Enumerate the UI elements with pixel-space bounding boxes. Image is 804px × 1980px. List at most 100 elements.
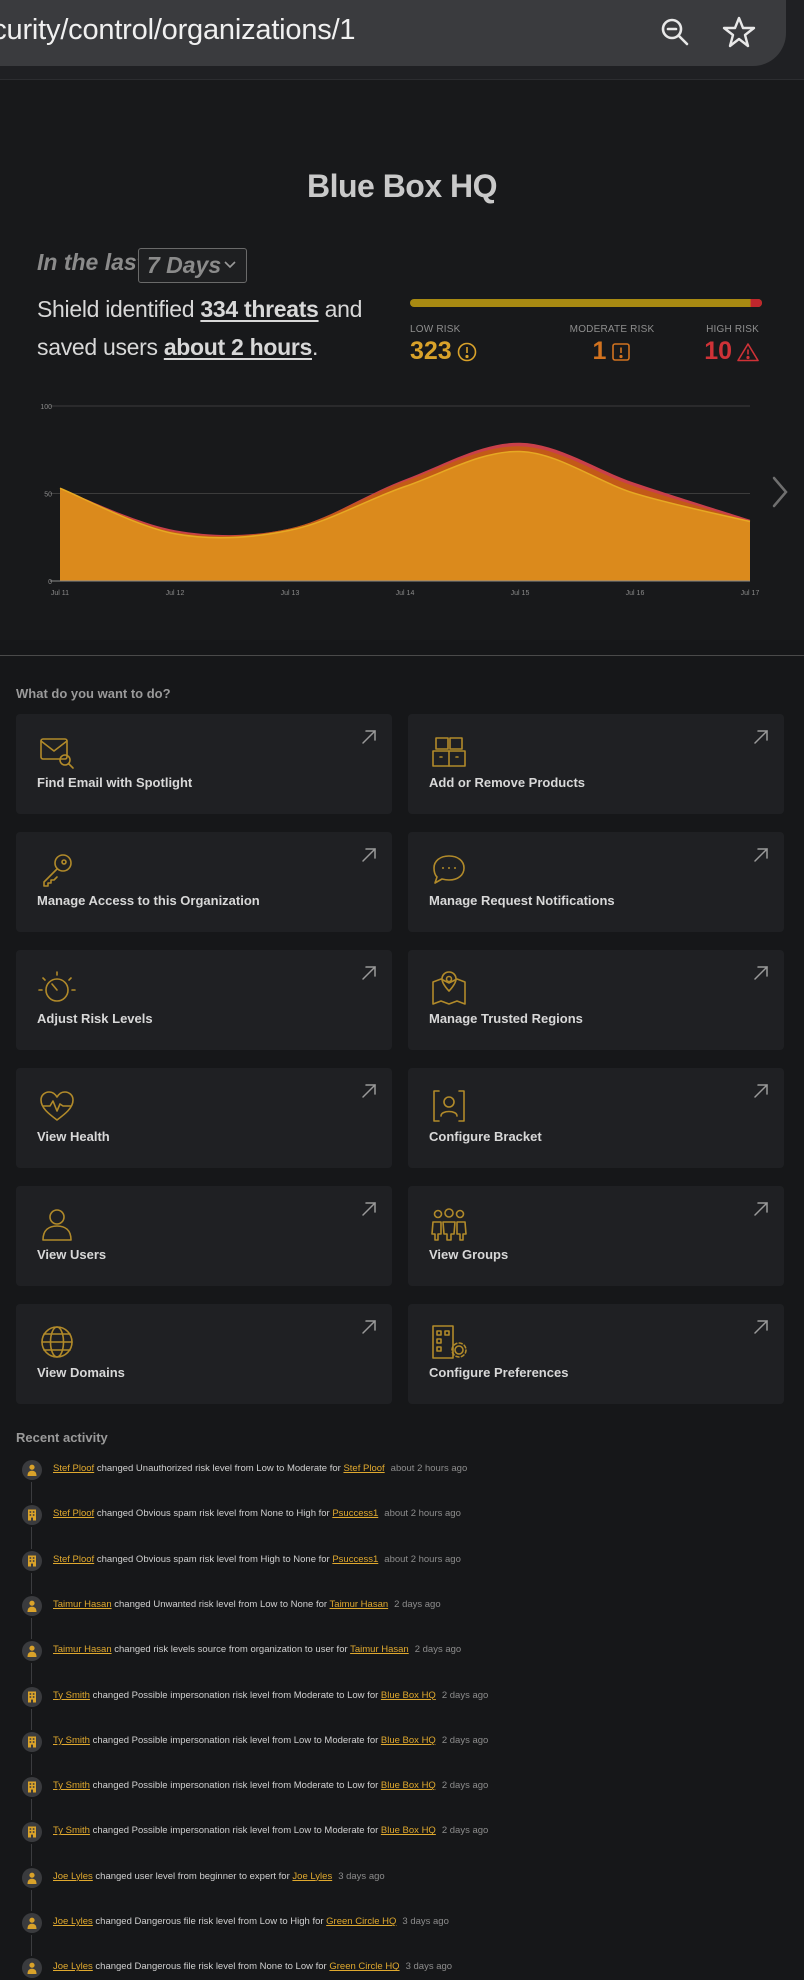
activity-text: Joe Lyles changed Dangerous file risk le… [53,1916,449,1927]
zoom-out-icon[interactable] [655,12,695,52]
activity-text: Stef Ploof changed Obvious spam risk lev… [53,1554,461,1565]
activity-actor-link[interactable]: Taimur Hasan [53,1644,112,1655]
external-arrow-icon [754,1202,768,1216]
action-card-manage-request-notifications[interactable]: Manage Request Notifications [408,832,784,932]
warning-triangle-icon [737,342,759,361]
external-arrow-icon [362,730,376,744]
activity-target-link[interactable]: Green Circle HQ [329,1961,399,1972]
activity-actor-link[interactable]: Joe Lyles [53,1916,93,1927]
action-card-view-domains[interactable]: View Domains [16,1304,392,1404]
boxes-icon [429,732,469,772]
activity-text: Stef Ploof changed Obvious spam risk lev… [53,1508,461,1519]
user-icon [22,1958,42,1979]
timeline-connector [31,1527,32,1549]
activity-item: Stef Ploof changed Obvious spam risk lev… [16,1503,796,1527]
activity-actor-link[interactable]: Stef Ploof [53,1463,94,1474]
action-card-label: Manage Trusted Regions [429,1011,583,1026]
activity-target-link[interactable]: Taimur Hasan [350,1644,409,1655]
activity-target-link[interactable]: Blue Box HQ [381,1735,436,1746]
action-card-label: Configure Preferences [429,1365,569,1380]
activity-text: Ty Smith changed Possible impersonation … [53,1825,488,1836]
user-icon [22,1460,42,1480]
url-text[interactable]: security/control/organizations/1 [0,14,356,47]
action-card-add-or-remove-products[interactable]: Add or Remove Products [408,714,784,814]
range-select[interactable]: 7 Days [138,248,247,283]
activity-target-link[interactable]: Psuccess1 [332,1554,378,1565]
heart-pulse-icon [37,1086,77,1126]
activity-actor-link[interactable]: Joe Lyles [53,1871,93,1882]
activity-description: changed Possible impersonation risk leve… [89,1734,381,1746]
activity-target-link[interactable]: Stef Ploof [343,1463,384,1474]
activity-timestamp: 2 days ago [394,1598,441,1610]
external-arrow-icon [754,848,768,862]
activity-description: changed Dangerous file risk level from L… [92,1916,327,1927]
threat-count: 334 threats [200,296,319,322]
activity-item: Taimur Hasan changed risk levels source … [16,1639,796,1663]
activity-timestamp: 2 days ago [441,1734,489,1746]
activity-description: changed Obvious spam risk level from Hig… [94,1553,333,1565]
building-icon [22,1731,42,1752]
external-arrow-icon [754,1084,768,1098]
chevron-right-icon[interactable] [766,472,794,512]
activity-text: Taimur Hasan changed Unwanted risk level… [53,1599,441,1610]
activity-timestamp: about 2 hours ago [390,1463,468,1474]
building-gear-icon [429,1322,469,1362]
action-card-label: Add or Remove Products [429,775,586,790]
high-risk-stat[interactable]: HIGH RISK 10 [704,324,759,366]
moderate-risk-value: 1 [592,337,607,365]
activity-actor-link[interactable]: Stef Ploof [53,1554,94,1565]
action-card-configure-preferences[interactable]: Configure Preferences [408,1304,784,1404]
activity-timestamp: 3 days ago [402,1916,449,1927]
star-icon[interactable] [719,12,759,52]
activity-actor-link[interactable]: Taimur Hasan [53,1599,112,1610]
activity-actor-link[interactable]: Ty Smith [53,1735,90,1746]
globe-icon [37,1322,77,1362]
low-risk-stat[interactable]: LOW RISK 323 [410,324,477,366]
risk-bar-high [751,299,762,307]
activity-item: Stef Ploof changed Unauthorized risk lev… [16,1458,796,1482]
action-card-adjust-risk-levels[interactable]: Adjust Risk Levels [16,950,392,1050]
action-card-label: Find Email with Spotlight [37,775,193,790]
action-card-configure-bracket[interactable]: Configure Bracket [408,1068,784,1168]
activity-target-link[interactable]: Blue Box HQ [381,1780,436,1791]
action-card-find-email-with-spotlight[interactable]: Find Email with Spotlight [16,714,392,814]
activity-target-link[interactable]: Green Circle HQ [326,1916,396,1927]
activity-text: Joe Lyles changed Dangerous file risk le… [53,1961,452,1972]
activity-item: Stef Ploof changed Obvious spam risk lev… [16,1549,796,1573]
moderate-risk-stat[interactable]: MODERATE RISK 1 [556,324,668,366]
activity-target-link[interactable]: Taimur Hasan [330,1599,389,1610]
activity-description: changed Dangerous file risk level from N… [92,1961,330,1973]
x-tick-label: Jul 16 [626,590,645,596]
key-icon [37,850,77,890]
page-title: Blue Box HQ [306,168,498,204]
activity-actor-link[interactable]: Ty Smith [53,1780,90,1791]
timeline-connector [31,1482,32,1504]
timeline-connector [31,1844,32,1866]
activity-target-link[interactable]: Blue Box HQ [381,1690,436,1701]
building-icon [22,1777,42,1798]
activity-target-link[interactable]: Blue Box HQ [381,1825,436,1836]
activity-item: Ty Smith changed Possible impersonation … [16,1775,796,1799]
threats-area-chart: 0 50 100 Jul 11 Jul 12 Jul 13 Jul 14 Jul 15 Jul … [40,404,759,596]
external-arrow-icon [362,1320,376,1334]
info-circle-icon [457,342,477,361]
activity-actor-link[interactable]: Joe Lyles [53,1961,93,1972]
action-card-view-users[interactable]: View Users [16,1186,392,1286]
action-card-manage-trusted-regions[interactable]: Manage Trusted Regions [408,950,784,1050]
action-card-view-health[interactable]: View Health [16,1068,392,1168]
activity-actor-link[interactable]: Stef Ploof [53,1508,94,1519]
activity-actor-link[interactable]: Ty Smith [53,1690,90,1701]
chevron-down-icon [224,261,236,269]
activity-description: changed risk levels source from organiza… [111,1644,351,1656]
activity-target-link[interactable]: Psuccess1 [332,1508,378,1519]
activity-actor-link[interactable]: Ty Smith [53,1825,90,1836]
action-card-view-groups[interactable]: View Groups [408,1186,784,1286]
alert-square-icon [612,342,631,361]
activity-item: Ty Smith changed Possible impersonation … [16,1685,796,1709]
group-icon [429,1204,469,1244]
action-card-manage-access-to-this-organization[interactable]: Manage Access to this Organization [16,832,392,932]
timeline-connector [31,1617,32,1640]
activity-target-link[interactable]: Joe Lyles [292,1871,332,1882]
summary-text: Shield identified [37,296,201,322]
activity-item: Joe Lyles changed Dangerous file risk le… [16,1911,796,1935]
